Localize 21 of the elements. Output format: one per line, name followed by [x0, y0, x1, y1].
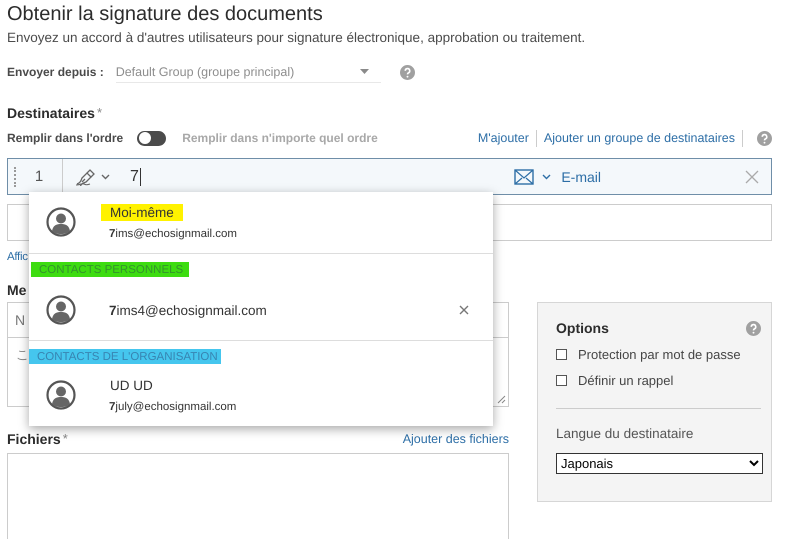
section-header: CONTACTS DE L'ORGANISATION [29, 349, 221, 364]
checkbox-label: Protection par mot de passe [578, 347, 741, 362]
required-mark: * [96, 105, 102, 120]
language-label: Langue du destinataire [556, 426, 694, 441]
contact-name: UD UD [109, 377, 154, 394]
checkbox-label: Définir un rappel [578, 373, 674, 388]
contact-email: 7ims4@echosignmail.com [109, 302, 267, 318]
page-title: Obtenir la signature des documents [7, 2, 324, 26]
page-description: Envoyez un accord à d'autres utilisateurs pour signature électronique, approbation ou traitement. [7, 29, 586, 47]
message-title: Me [7, 282, 28, 298]
contact-email: 7ims@echosignmail.com [109, 228, 238, 240]
order-label: Remplir dans l'ordre [7, 131, 124, 145]
files-title: Fichiers [7, 431, 61, 447]
recipients-title: Destinataires [7, 105, 95, 121]
any-order-label: Remplir dans n'importe quel ordre [182, 131, 378, 145]
contact-name: Moi-même [101, 204, 183, 221]
options-title: Options [556, 320, 609, 336]
required-mark: * [62, 431, 68, 446]
section-header: CONTACTS PERSONNELS [31, 262, 189, 277]
contact-email: 7july@echosignmail.com [109, 401, 236, 413]
sender-label: Envoyer depuis : [7, 65, 104, 79]
